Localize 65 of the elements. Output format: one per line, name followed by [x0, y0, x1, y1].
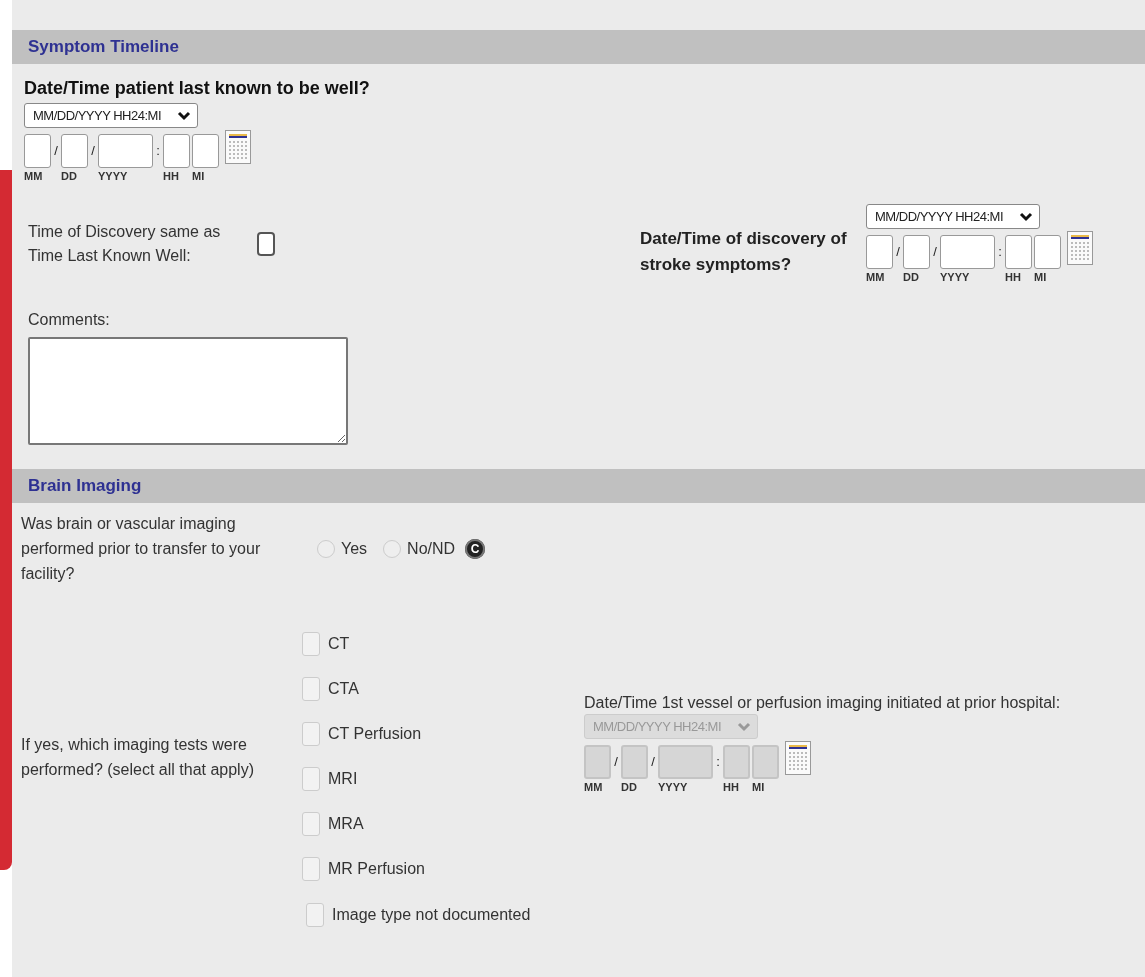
separator-text: /: [90, 142, 96, 160]
checkbox-label: CT: [328, 635, 350, 653]
unit-label: DD: [621, 781, 637, 793]
checkbox-label: MR Perfusion: [328, 860, 425, 878]
unit-label: MM: [866, 271, 885, 283]
chevron-icon: [737, 721, 751, 732]
unit-label: MI: [1034, 271, 1047, 283]
checkbox-label: CT Perfusion: [328, 725, 422, 743]
calendar-icon[interactable]: [785, 741, 811, 775]
minute-field[interactable]: [1034, 235, 1061, 269]
question-label: Date/Time patient last known to be well?: [23, 77, 371, 100]
format-dropdown[interactable]: MM/DD/YYYY HH24:MI: [24, 103, 198, 128]
day-field[interactable]: [61, 134, 88, 168]
unit-label: MI: [192, 170, 205, 182]
unit-label: DD: [903, 271, 919, 283]
chevron-icon: [1019, 211, 1033, 222]
separator-text: /: [650, 753, 656, 771]
separator-text: :: [715, 753, 721, 771]
year-field[interactable]: [940, 235, 995, 269]
section-header: Brain Imaging: [12, 469, 1145, 503]
checkbox-label: Image type not documented: [332, 906, 531, 924]
unit-label: MM: [24, 170, 43, 182]
format-dropdown[interactable]: MM/DD/YYYY HH24:MI: [866, 204, 1040, 229]
separator-text: /: [613, 753, 619, 771]
calendar-icon[interactable]: [225, 130, 251, 164]
unit-label: HH: [723, 781, 739, 793]
question-label: Date/Time 1st vessel or perfusion imaging initiated at prior hospital:: [584, 694, 1062, 712]
month-field[interactable]: [866, 235, 893, 269]
month-field[interactable]: [24, 134, 51, 168]
unit-label: YYYY: [98, 170, 128, 182]
hour-field[interactable]: [1005, 235, 1032, 269]
hour-field[interactable]: [163, 134, 190, 168]
calendar-icon[interactable]: [1067, 231, 1093, 265]
comments-label: Comments:: [27, 310, 111, 330]
question-label: Was brain or vascular imaging performed prior to transfer to your facility?: [21, 514, 262, 584]
minute-field[interactable]: [192, 134, 219, 168]
checkbox-label: Time of Discovery same as Time Last Known Well:: [28, 221, 222, 266]
separator-text: /: [932, 243, 938, 261]
separator-text: /: [53, 142, 59, 160]
checkbox-label: CTA: [328, 680, 359, 698]
unit-label: MI: [752, 781, 765, 793]
unit-label: MM: [584, 781, 603, 793]
separator-text: :: [155, 142, 161, 160]
day-field[interactable]: [903, 235, 930, 269]
unit-label: HH: [1005, 271, 1021, 283]
chevron-icon: [177, 110, 191, 121]
separator-text: /: [895, 243, 901, 261]
comments-field[interactable]: [28, 337, 348, 445]
section-header: Symptom Timeline: [12, 30, 1145, 64]
unit-label: HH: [163, 170, 179, 182]
separator-text: :: [997, 243, 1003, 261]
checkbox-label: MRI: [328, 770, 358, 788]
question-label: Date/Time of discovery of stroke symptoms?: [640, 228, 848, 276]
option-label: Yes: [341, 539, 368, 558]
option-label: No/ND: [407, 539, 456, 558]
unit-label: DD: [61, 170, 77, 182]
radio-button[interactable]: [383, 539, 402, 558]
year-field[interactable]: [98, 134, 153, 168]
checkbox[interactable]: [257, 231, 275, 256]
checkbox-label: MRA: [328, 815, 364, 833]
radio-button[interactable]: [317, 539, 335, 558]
clear-button[interactable]: C: [465, 538, 486, 559]
unit-label: YYYY: [940, 271, 970, 283]
unit-label: YYYY: [658, 781, 688, 793]
question-label: If yes, which imaging tests were performed? (select all that apply): [20, 734, 255, 780]
